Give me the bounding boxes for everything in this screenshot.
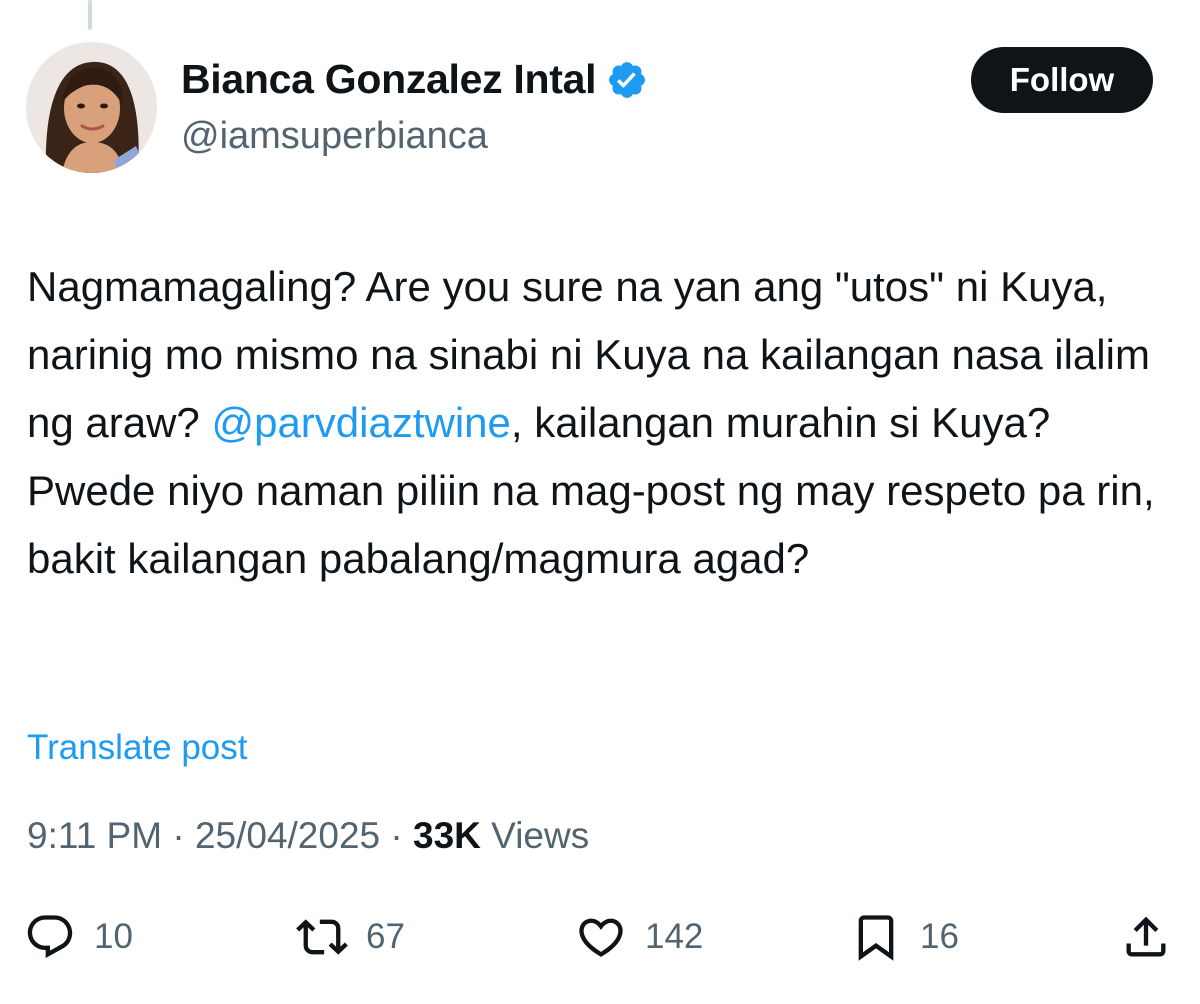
like-count: 142 xyxy=(645,917,704,956)
repost-icon xyxy=(296,911,348,963)
bookmark-count: 16 xyxy=(920,917,959,956)
translate-post-link[interactable]: Translate post xyxy=(27,728,247,768)
post-time[interactable]: 9:11 PM xyxy=(27,815,162,856)
reply-icon xyxy=(24,911,76,963)
verified-badge-icon[interactable] xyxy=(606,59,648,101)
like-button[interactable]: 142 xyxy=(575,905,703,969)
author-name-row[interactable]: Bianca Gonzalez Intal xyxy=(181,56,648,103)
bookmark-icon xyxy=(850,911,902,963)
thread-connector-line xyxy=(88,0,92,30)
avatar[interactable] xyxy=(26,42,157,173)
share-icon xyxy=(1120,911,1172,963)
share-button[interactable] xyxy=(1120,905,1172,969)
mention-link[interactable]: @parvdiaztwine xyxy=(211,399,510,446)
repost-button[interactable]: 67 xyxy=(296,905,405,969)
tweet-text: Nagmamagaling? Are you sure na yan ang "… xyxy=(27,253,1177,593)
post-date[interactable]: 25/04/2025 xyxy=(195,815,380,856)
bookmark-button[interactable]: 16 xyxy=(850,905,959,969)
heart-icon xyxy=(575,911,627,963)
author-handle[interactable]: @iamsuperbianca xyxy=(181,115,488,158)
meta-separator: · xyxy=(380,815,414,856)
reply-count: 10 xyxy=(94,917,133,956)
views-label: Views xyxy=(480,815,590,856)
follow-button[interactable]: Follow xyxy=(971,47,1153,113)
meta-separator: · xyxy=(162,815,195,856)
views-count: 33K xyxy=(413,815,481,856)
tweet-meta: 9:11 PM · 25/04/2025 · 33K Views xyxy=(27,815,589,857)
action-bar: 10 67 142 16 xyxy=(0,905,1200,969)
avatar-image xyxy=(26,42,157,173)
author-display-name[interactable]: Bianca Gonzalez Intal xyxy=(181,56,597,103)
repost-count: 67 xyxy=(366,917,405,956)
reply-button[interactable]: 10 xyxy=(24,905,133,969)
